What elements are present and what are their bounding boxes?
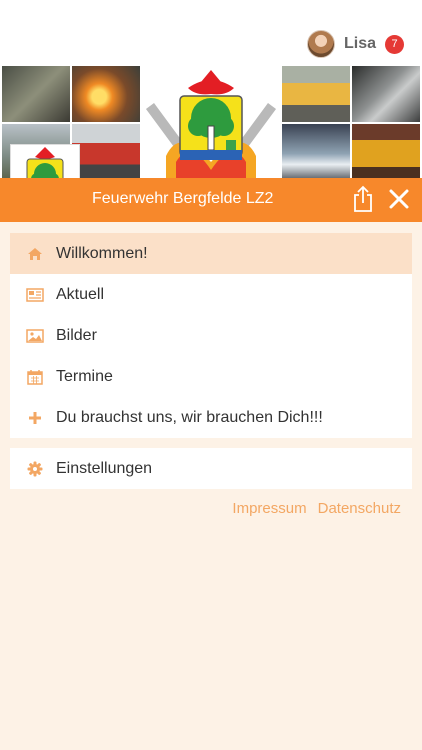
notification-badge[interactable]: 7 [385, 34, 404, 54]
menu-item-label: Einstellungen [56, 459, 153, 477]
close-icon [389, 189, 409, 209]
banner-photo [352, 66, 420, 122]
image-icon [24, 325, 46, 347]
menu-item-willkommen[interactable]: Willkommen! [10, 233, 412, 274]
newspaper-icon [24, 284, 46, 306]
home-icon [24, 243, 46, 265]
calendar-icon [24, 366, 46, 388]
banner-photo [72, 124, 140, 178]
menu-item-label: Termine [56, 367, 113, 385]
menu-item-termine[interactable]: Termine [10, 356, 412, 397]
banner-photo [352, 124, 420, 178]
datenschutz-link[interactable]: Datenschutz [318, 500, 401, 517]
user-name[interactable]: Lisa [344, 35, 376, 53]
menu-item-einstellungen[interactable]: Einstellungen [10, 448, 412, 489]
header-bar: Feuerwehr Bergfelde LZ2 [0, 178, 422, 222]
banner-photo [282, 66, 350, 122]
impressum-link[interactable]: Impressum [232, 500, 306, 517]
user-profile[interactable]: Lisa 7 [306, 30, 404, 58]
coat-of-arms-icon [145, 70, 277, 178]
banner-photo [72, 66, 140, 122]
footer-links: Impressum Datenschutz [221, 500, 401, 517]
menu-item-label: Du brauchst uns, wir brauchen Dich!!! [56, 408, 323, 426]
banner-photo [282, 124, 350, 178]
page-title: Feuerwehr Bergfelde LZ2 [92, 190, 274, 207]
close-button[interactable] [388, 188, 410, 210]
menu-item-mitmachen[interactable]: Du brauchst uns, wir brauchen Dich!!! [10, 397, 412, 438]
gear-icon [24, 458, 46, 480]
menu-item-bilder[interactable]: Bilder [10, 315, 412, 356]
top-bar: Lisa 7 [0, 0, 422, 66]
share-button[interactable] [351, 185, 375, 213]
menu-item-label: Bilder [56, 326, 97, 344]
banner-photo [2, 66, 70, 122]
menu-item-aktuell[interactable]: Aktuell [10, 274, 412, 315]
main-menu: Willkommen! Aktuell Bilder Termine Du br… [10, 233, 412, 438]
settings-menu: Einstellungen [10, 448, 412, 489]
plus-icon [24, 407, 46, 429]
avatar[interactable] [306, 30, 335, 58]
coat-of-arms-center [140, 66, 282, 178]
share-icon [354, 185, 372, 212]
menu-item-label: Willkommen! [56, 244, 148, 262]
menu-item-label: Aktuell [56, 285, 105, 303]
